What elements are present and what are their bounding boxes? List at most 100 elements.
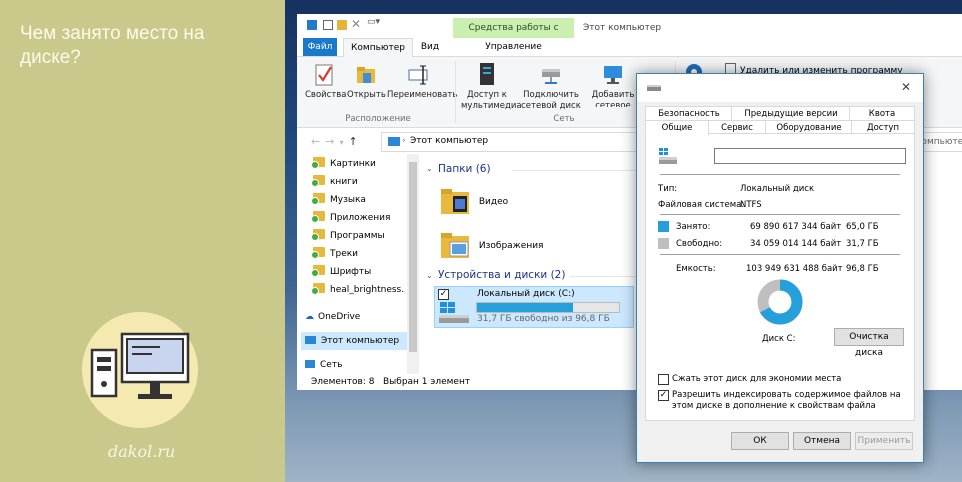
ribbon-tabs: Файл Компьютер Вид Управление [297, 38, 962, 58]
site-label: dakol.ru [108, 442, 176, 461]
capacity-gb: 96,8 ГБ [846, 264, 879, 274]
nav-item[interactable]: Музыка [311, 191, 366, 209]
drive-label-input[interactable] [714, 148, 906, 164]
capacity-bytes: 103 949 631 488 байт [746, 264, 843, 274]
disk-label: Диск C: [762, 334, 796, 344]
compress-checkbox[interactable] [658, 374, 669, 385]
tab-file[interactable]: Файл [303, 38, 337, 56]
delete-quick-icon[interactable]: ✕ [351, 17, 361, 31]
drive-select-checkbox[interactable]: ✓ [438, 289, 449, 300]
used-gb: 65,0 ГБ [846, 222, 879, 232]
group-label-location: Расположение [345, 114, 411, 124]
folder-icon [311, 247, 325, 259]
forward-arrow-icon[interactable]: → [325, 135, 339, 148]
drive-usage-fill [477, 303, 573, 312]
navigation-pane: Картинки книги Музыка Приложения Програм… [297, 154, 421, 374]
folder-icon [311, 229, 325, 241]
disk-cleanup-button[interactable]: Очистка диска [834, 328, 904, 358]
media-access-button[interactable]: Доступ к мультимедиа [461, 61, 522, 112]
nav-item-network[interactable]: Сеть [305, 356, 342, 374]
customize-toolbar-icon[interactable]: ▭▾ [367, 17, 380, 27]
monitor-icon [305, 336, 316, 344]
ok-button[interactable]: ОК [731, 432, 789, 450]
free-gb: 31,7 ГБ [846, 239, 879, 249]
collapse-chevron-icon[interactable]: ⌄ [426, 271, 433, 280]
add-network-location-button[interactable]: Добавить сетевое расположение [587, 61, 639, 107]
close-icon[interactable]: ✕ [901, 80, 911, 94]
images-folder-icon [441, 233, 469, 258]
folders-header[interactable]: Папки (6) [438, 163, 491, 175]
used-label: Занято: [676, 222, 711, 232]
back-arrow-icon[interactable]: ← [311, 135, 325, 148]
properties-button[interactable]: Свойства [305, 63, 347, 101]
nav-item[interactable]: Картинки [311, 155, 376, 173]
fs-label: Файловая система: [658, 200, 745, 210]
nav-scrollbar-thumb[interactable] [409, 162, 417, 352]
nav-item[interactable]: Треки [311, 245, 358, 263]
folder-icon [311, 175, 325, 187]
status-count: Элементов: 8 [311, 377, 375, 387]
up-arrow-icon[interactable]: ↑ [348, 135, 362, 148]
tab-view[interactable]: Вид [415, 38, 445, 56]
status-selected: Выбран 1 элемент [383, 377, 471, 387]
folder-item-video[interactable]: Видео [440, 186, 508, 216]
fs-value: NTFS [740, 200, 762, 210]
drive-small-icon [647, 85, 661, 91]
devices-header[interactable]: Устройства и диски (2) [438, 269, 565, 281]
context-tab-disk-tools: Средства работы с дисками [453, 18, 574, 53]
drive-tile-c[interactable]: ✓ Локальный диск (C:) 31,7 ГБ свободно и… [434, 286, 634, 328]
used-color-swatch [658, 221, 669, 232]
hard-drive-icon [439, 302, 469, 323]
cloud-icon: ☁ [305, 312, 314, 322]
nav-arrows[interactable]: ←→▾↑ [311, 135, 363, 148]
nav-item-this-pc[interactable]: Этот компьютер [301, 332, 409, 350]
index-checkbox[interactable]: ✓ [658, 390, 669, 401]
nav-item[interactable]: Шрифты [311, 263, 371, 281]
disk-usage-donut [757, 279, 803, 325]
computer-illustration [82, 312, 198, 428]
nav-item[interactable]: heal_brightness. [311, 281, 404, 299]
apply-button[interactable]: Применить [855, 432, 913, 450]
this-pc-icon [388, 137, 400, 146]
rename-button[interactable]: Переименовать [387, 63, 457, 101]
tab-manage[interactable]: Управление [453, 38, 574, 56]
rename-icon [408, 65, 428, 85]
map-network-drive-button[interactable]: Подключить сетевой диск [521, 61, 581, 112]
separator [660, 214, 900, 215]
nav-item[interactable]: Приложения [311, 209, 390, 227]
computer-icon [90, 332, 190, 399]
window-title: Этот компьютер [583, 23, 662, 33]
general-tab-panel: Тип: Локальный диск Файловая система: NT… [645, 133, 915, 421]
folder-icon [311, 157, 325, 169]
nav-item[interactable]: книги [311, 173, 358, 191]
new-folder-quick-icon[interactable] [337, 20, 347, 30]
free-label: Свободно: [676, 239, 723, 249]
network-location-icon [604, 66, 622, 84]
collapse-chevron-icon[interactable]: ⌄ [426, 164, 433, 173]
promo-title: Чем занято место на диске? [20, 23, 205, 68]
ribbon-separator [455, 61, 456, 123]
drive-large-icon [659, 148, 677, 164]
tab-general[interactable]: Общие [645, 120, 709, 136]
folder-item-images[interactable]: Изображения [440, 230, 543, 260]
separator [660, 174, 900, 175]
tab-computer[interactable]: Компьютер [343, 38, 413, 58]
free-bytes: 34 059 014 144 байт [750, 239, 842, 249]
properties-icon [315, 64, 333, 86]
promo-panel: Чем занято место на диске? dakol.ru [0, 0, 285, 482]
cancel-button[interactable]: Отмена [793, 432, 851, 450]
dialog-title-bar: ✕ [637, 74, 923, 102]
nav-item-onedrive[interactable]: ☁ OneDrive [305, 308, 360, 326]
properties-quick-icon[interactable] [323, 20, 333, 30]
folder-icon [311, 211, 325, 223]
compress-label: Сжать этот диск для экономии места [672, 374, 842, 384]
nav-item[interactable]: Программы [311, 227, 385, 245]
app-icon [307, 20, 317, 30]
title-bar: ✕ ▭▾ Средства работы с дисками Этот комп… [297, 14, 962, 53]
folder-icon [311, 193, 325, 205]
open-button[interactable]: Открыть [347, 63, 386, 101]
breadcrumb-chevron-icon[interactable]: › [402, 136, 406, 146]
media-server-icon [480, 63, 494, 85]
open-folder-icon [357, 67, 375, 83]
drive-free-text: 31,7 ГБ свободно из 96,8 ГБ [477, 314, 610, 324]
